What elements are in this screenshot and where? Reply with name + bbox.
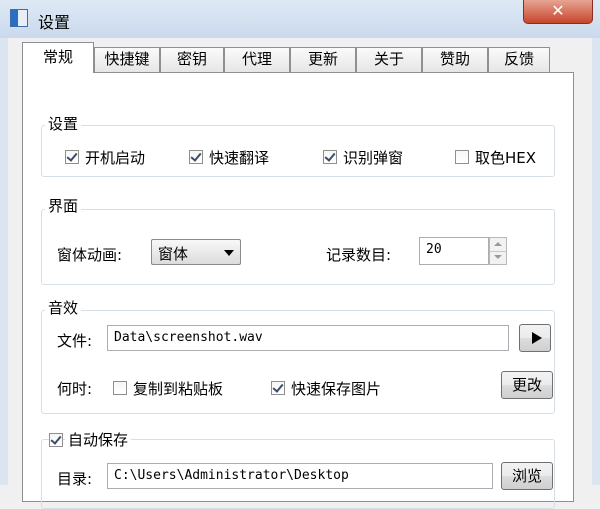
app-icon <box>10 9 28 27</box>
change-button[interactable]: 更改 <box>501 371 553 399</box>
sound-group-title: 音效 <box>45 297 82 318</box>
record-count-label: 记录数目: <box>326 246 392 264</box>
window-title: 设置 <box>38 13 71 32</box>
tab-sponsor[interactable]: 赞助 <box>422 47 488 72</box>
general-panel: 设置 开机启动 快速翻译 识别弹窗 取色HEX 界面 窗体动画: 窗体 记录数目… <box>22 72 574 509</box>
spin-up-icon[interactable] <box>490 238 506 252</box>
recognize-popup-checkbox[interactable] <box>323 150 337 164</box>
animation-value: 窗体 <box>158 245 189 263</box>
copy-clipboard-label: 复制到粘贴板 <box>133 380 224 398</box>
sound-file-label: 文件: <box>57 332 93 350</box>
settings-group-title: 设置 <box>45 113 82 134</box>
tab-hotkeys[interactable]: 快捷键 <box>94 47 160 72</box>
quick-translate-checkbox[interactable] <box>189 150 203 164</box>
quick-save-image-label: 快速保存图片 <box>291 380 382 398</box>
play-button[interactable] <box>519 324 551 352</box>
startup-checkbox[interactable] <box>65 150 79 164</box>
quick-save-image-checkbox[interactable] <box>271 381 285 395</box>
title-bar[interactable]: 设置 ✕ <box>0 0 600 39</box>
tab-update[interactable]: 更新 <box>290 47 356 72</box>
spin-down-icon[interactable] <box>490 251 506 264</box>
window-body: 常规 快捷键 密钥 代理 更新 关于 赞助 反馈 设置 开机启动 快速翻译 识别… <box>8 38 592 509</box>
pick-color-hex-checkbox[interactable] <box>455 150 469 164</box>
quick-translate-label: 快速翻译 <box>209 149 270 167</box>
interface-group-title: 界面 <box>45 195 82 216</box>
record-count-input[interactable]: 20 <box>419 237 489 265</box>
tab-about[interactable]: 关于 <box>356 47 422 72</box>
window-frame: 常规 快捷键 密钥 代理 更新 关于 赞助 反馈 设置 开机启动 快速翻译 识别… <box>0 38 600 509</box>
autosave-group-title: 自动保存 <box>65 429 132 450</box>
directory-label: 目录: <box>57 470 93 488</box>
animation-label: 窗体动画: <box>57 246 123 264</box>
recognize-popup-label: 识别弹窗 <box>343 149 404 167</box>
animation-dropdown[interactable]: 窗体 <box>151 239 241 265</box>
directory-input[interactable]: C:\Users\Administrator\Desktop <box>107 463 493 489</box>
when-label: 何时: <box>57 380 93 398</box>
browse-button[interactable]: 浏览 <box>501 462 553 490</box>
pick-color-hex-label: 取色HEX <box>475 149 537 167</box>
tab-general[interactable]: 常规 <box>22 42 94 73</box>
sound-file-input[interactable]: Data\screenshot.wav <box>107 325 509 351</box>
tab-feedback[interactable]: 反馈 <box>488 47 550 72</box>
record-count-spinner[interactable] <box>489 237 507 265</box>
chevron-down-icon <box>224 250 234 256</box>
tab-keys[interactable]: 密钥 <box>160 47 224 72</box>
autosave-checkbox[interactable] <box>49 433 63 447</box>
close-button[interactable]: ✕ <box>523 0 593 24</box>
startup-label: 开机启动 <box>85 149 146 167</box>
play-icon <box>532 332 542 344</box>
tab-proxy[interactable]: 代理 <box>224 47 290 72</box>
copy-clipboard-checkbox[interactable] <box>113 381 127 395</box>
